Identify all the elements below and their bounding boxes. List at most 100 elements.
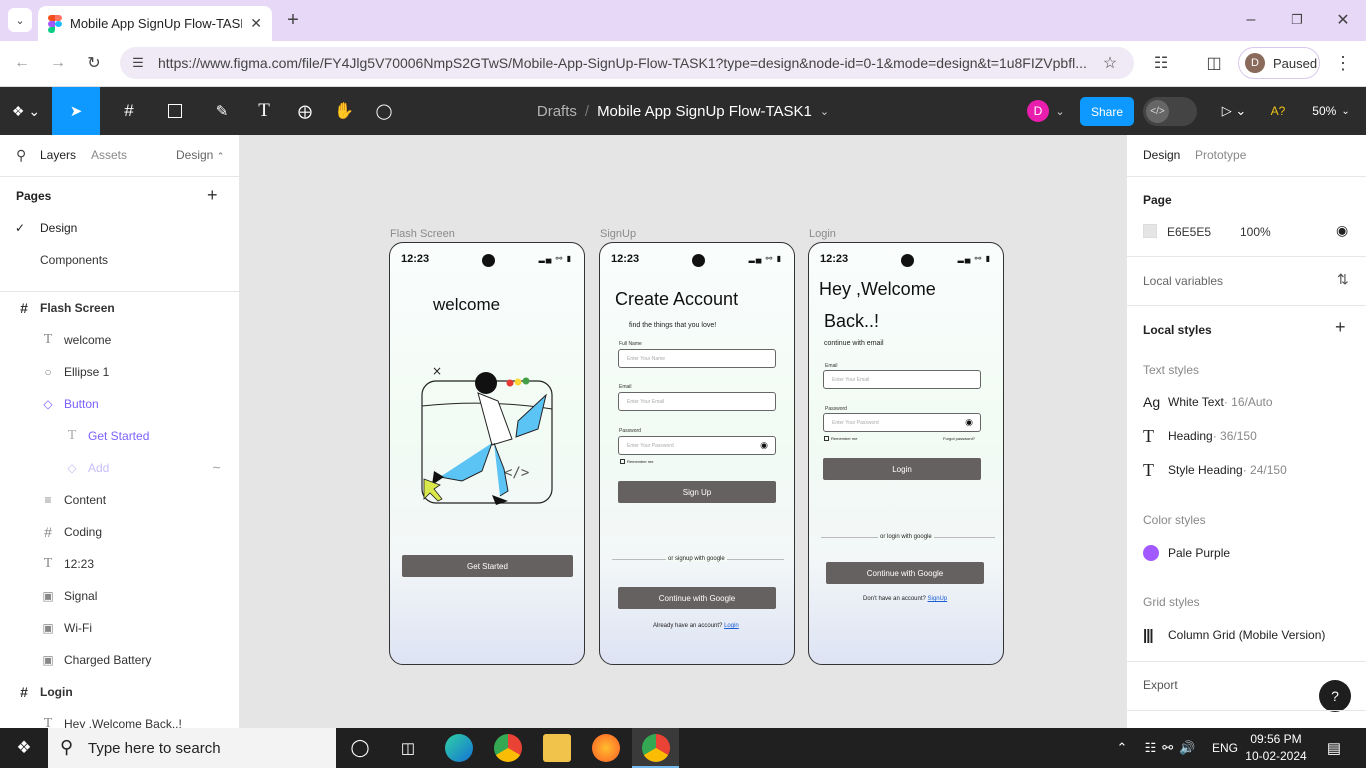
side-panel-icon[interactable]: ◫ bbox=[1203, 51, 1225, 75]
extensions-icon[interactable]: ☷ bbox=[1150, 51, 1172, 75]
layer-row[interactable]: # Coding bbox=[0, 516, 239, 548]
share-button[interactable]: Share bbox=[1080, 97, 1134, 126]
text-style-row[interactable]: T Style Heading · 24/150 bbox=[1143, 459, 1353, 481]
chevron-down-icon[interactable]: ⌄ bbox=[1052, 99, 1068, 123]
move-tool-button[interactable]: ➤ bbox=[52, 87, 100, 135]
tab-design[interactable]: Design bbox=[1143, 148, 1180, 162]
hand-tool-button[interactable]: ✋ bbox=[332, 99, 356, 123]
edge-icon[interactable] bbox=[445, 734, 473, 762]
password-field[interactable]: Enter Your Password ◉ bbox=[618, 436, 776, 455]
page-opacity[interactable]: 100% bbox=[1240, 225, 1271, 239]
tab-search-button[interactable]: ⌄ bbox=[8, 8, 32, 32]
dev-mode-toggle[interactable]: </> bbox=[1143, 97, 1197, 126]
page-item-design[interactable]: ✓ Design bbox=[0, 212, 239, 244]
layer-row[interactable]: ▣ Charged Battery bbox=[0, 644, 239, 676]
add-page-button[interactable]: + bbox=[207, 185, 218, 206]
search-icon[interactable]: ⚲ bbox=[16, 147, 26, 164]
taskbar-search[interactable]: ⚲ Type here to search bbox=[48, 728, 336, 768]
remember-checkbox[interactable] bbox=[824, 436, 829, 441]
task-view-icon[interactable]: ◫ bbox=[395, 736, 421, 760]
zoom-dropdown[interactable]: 50% ⌄ bbox=[1306, 99, 1356, 123]
file-explorer-icon[interactable] bbox=[543, 734, 571, 762]
tab-assets[interactable]: Assets bbox=[91, 148, 127, 162]
page-color-swatch[interactable] bbox=[1143, 224, 1157, 238]
main-menu-button[interactable]: ❖ ⌄ bbox=[8, 99, 44, 123]
text-style-row[interactable]: Ag White Text · 16/Auto bbox=[1143, 391, 1353, 413]
user-avatar[interactable]: D bbox=[1027, 100, 1049, 122]
continue-google-button[interactable]: Continue with Google bbox=[826, 562, 984, 584]
frame-label[interactable]: SignUp bbox=[600, 228, 636, 240]
text-tool-button[interactable]: T bbox=[252, 99, 276, 123]
export-heading[interactable]: Export bbox=[1143, 678, 1178, 692]
file-name[interactable]: Mobile App SignUp Flow-TASK1 bbox=[597, 103, 812, 120]
layer-row[interactable]: ≡ Content bbox=[0, 484, 239, 516]
cortana-icon[interactable]: ◯ bbox=[347, 736, 373, 760]
close-icon[interactable]: ✕ bbox=[250, 15, 262, 32]
remember-checkbox[interactable] bbox=[620, 459, 625, 464]
window-close-button[interactable]: ✕ bbox=[1332, 8, 1354, 32]
chevron-down-icon[interactable]: ⌄ bbox=[820, 105, 829, 118]
frame-signup[interactable]: 12:23 ▂▄ ⚯ ▮ Create Account find the thi… bbox=[599, 242, 795, 665]
bookmark-star-icon[interactable]: ☆ bbox=[1099, 51, 1121, 75]
restore-button[interactable]: ❐ bbox=[1286, 8, 1308, 32]
new-tab-button[interactable]: + bbox=[282, 8, 304, 32]
page-dropdown[interactable]: Design ⌃ bbox=[176, 148, 224, 162]
chrome-icon[interactable] bbox=[494, 734, 522, 762]
resources-button[interactable]: ⨁ bbox=[292, 99, 318, 123]
notifications-icon[interactable]: ▤ bbox=[1322, 736, 1346, 760]
email-field[interactable]: Enter Your Email bbox=[823, 370, 981, 389]
frame-label[interactable]: Flash Screen bbox=[390, 228, 455, 240]
minimize-button[interactable]: – bbox=[1240, 8, 1262, 32]
layer-row[interactable]: T 12:23 bbox=[0, 548, 239, 580]
visibility-eye-icon[interactable]: ◉ bbox=[1336, 222, 1348, 239]
breadcrumb-drafts[interactable]: Drafts bbox=[537, 103, 577, 120]
sign-up-button[interactable]: Sign Up bbox=[618, 481, 776, 503]
url-field[interactable]: https://www.figma.com/file/FY4Jlg5V70006… bbox=[120, 47, 1134, 79]
layer-row[interactable]: ◇ Button bbox=[0, 388, 239, 420]
tray-icons[interactable]: ☷⚯🔊 bbox=[1140, 736, 1206, 760]
active-chrome-taskbar[interactable] bbox=[632, 728, 679, 768]
variables-settings-icon[interactable]: ⇅ bbox=[1337, 271, 1349, 288]
profile-button[interactable]: D Paused bbox=[1238, 47, 1320, 79]
comment-tool-button[interactable]: ◯ bbox=[372, 99, 396, 123]
grid-style-row[interactable]: ||| Column Grid (Mobile Version) bbox=[1143, 624, 1363, 646]
add-style-button[interactable]: + bbox=[1335, 317, 1346, 338]
tab-prototype[interactable]: Prototype bbox=[1195, 148, 1246, 162]
continue-google-button[interactable]: Continue with Google bbox=[618, 587, 776, 609]
text-style-row[interactable]: T Heading · 36/150 bbox=[1143, 425, 1353, 447]
layer-row[interactable]: Twelcome bbox=[0, 324, 239, 356]
page-color-hex[interactable]: E6E5E5 bbox=[1167, 225, 1211, 239]
frame-login[interactable]: 12:23 ▂▄ ⚯ ▮ Hey ,Welcome Back..! contin… bbox=[808, 242, 1004, 665]
site-info-icon[interactable]: ☰ bbox=[128, 53, 148, 73]
forgot-password-link[interactable]: Forgot password? bbox=[943, 436, 975, 441]
layer-row[interactable]: T Hey ,Welcome Back..! bbox=[0, 708, 239, 728]
reload-button[interactable]: ↻ bbox=[82, 51, 106, 75]
start-button[interactable]: ❖ bbox=[10, 736, 38, 760]
full-name-field[interactable]: Enter Your Name bbox=[618, 349, 776, 368]
password-field[interactable]: Enter Your Password ◉ bbox=[823, 413, 981, 432]
browser-tab[interactable]: Mobile App SignUp Flow-TASK1 ✕ bbox=[38, 6, 272, 41]
color-style-row[interactable]: Pale Purple bbox=[1143, 542, 1353, 564]
language-indicator[interactable]: ENG bbox=[1212, 741, 1238, 755]
get-started-button[interactable]: Get Started bbox=[402, 555, 573, 577]
layer-row[interactable]: T Get Started bbox=[0, 420, 239, 452]
help-button[interactable]: ? bbox=[1319, 680, 1351, 712]
layer-row[interactable]: ▣ Signal bbox=[0, 580, 239, 612]
shape-tool-button[interactable] bbox=[158, 99, 192, 123]
frame-tool-button[interactable]: # bbox=[112, 99, 146, 123]
accessibility-button[interactable]: A? bbox=[1264, 99, 1292, 123]
frame-flash-screen[interactable]: 12:23 ▂▄ ⚯ ▮ welcome × </> Get Started bbox=[389, 242, 585, 665]
eye-icon[interactable]: ◉ bbox=[760, 440, 768, 451]
eye-icon[interactable]: ◉ bbox=[965, 417, 973, 428]
firefox-icon[interactable] bbox=[592, 734, 620, 762]
frame-label[interactable]: Login bbox=[809, 228, 836, 240]
layer-row[interactable]: # Login bbox=[0, 676, 239, 708]
browser-menu-icon[interactable]: ⋮ bbox=[1332, 51, 1354, 75]
signup-link[interactable]: SignUp bbox=[928, 596, 948, 602]
login-button[interactable]: Login bbox=[823, 458, 981, 480]
layer-row[interactable]: ▣ Wi-Fi bbox=[0, 612, 239, 644]
clock[interactable]: 09:56 PM 10-02-2024 bbox=[1240, 731, 1312, 765]
page-item-components[interactable]: Components bbox=[0, 244, 239, 276]
hidden-eye-icon[interactable]: ∼ bbox=[212, 461, 221, 474]
layer-row[interactable]: # Flash Screen bbox=[0, 292, 239, 324]
